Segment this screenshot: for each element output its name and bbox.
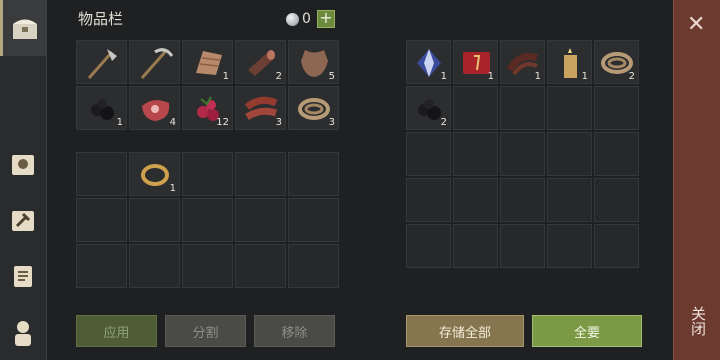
crafting-hammer-icon xyxy=(12,211,34,231)
inventory-slot[interactable]: 1 xyxy=(76,86,127,130)
store-all-button[interactable]: 存储全部 xyxy=(406,315,524,347)
equipment-slot[interactable] xyxy=(235,244,286,288)
daily-sun-icon xyxy=(12,155,34,175)
split-button[interactable]: 分割 xyxy=(165,315,246,347)
quest-scroll-icon xyxy=(14,266,32,287)
tab-quests[interactable] xyxy=(0,248,46,304)
storage-slot[interactable] xyxy=(453,132,498,176)
currency-value: 0 xyxy=(302,11,311,27)
equipment-slot[interactable] xyxy=(129,244,180,288)
inventory-slot[interactable]: 2 xyxy=(235,40,286,84)
inventory-chest-icon xyxy=(12,19,37,39)
storage-grid: 1 1 1 1 2 2 xyxy=(406,40,639,268)
sidebar xyxy=(0,0,47,360)
remove-button[interactable]: 移除 xyxy=(254,315,335,347)
rope-icon xyxy=(298,98,330,120)
storage-slot[interactable] xyxy=(594,224,639,268)
character-icon xyxy=(15,321,31,346)
storage-slot[interactable] xyxy=(500,224,545,268)
pickaxe-icon xyxy=(140,48,173,79)
storage-slot[interactable] xyxy=(594,86,639,130)
close-icon[interactable]: ✕ xyxy=(687,14,705,36)
inventory-slot[interactable] xyxy=(76,40,127,84)
storage-slot[interactable] xyxy=(500,86,545,130)
tab-inventory[interactable] xyxy=(0,0,46,56)
equipment-slot[interactable] xyxy=(182,152,233,196)
plant-fiber-icon xyxy=(196,51,222,75)
close-panel[interactable]: ✕ 关闭 xyxy=(673,0,720,360)
storage-slot[interactable] xyxy=(547,178,592,222)
equipment-slot[interactable] xyxy=(129,198,180,242)
equipment-grid: 1 xyxy=(76,152,339,288)
storage-slot[interactable]: 1 xyxy=(406,40,451,84)
add-currency-button[interactable]: + xyxy=(316,10,335,28)
storage-slot[interactable] xyxy=(547,86,592,130)
storage-slot[interactable] xyxy=(406,132,451,176)
storage-slot[interactable] xyxy=(453,224,498,268)
storage-slot[interactable] xyxy=(453,86,498,130)
inventory-slot[interactable] xyxy=(129,40,180,84)
equipment-slot[interactable] xyxy=(182,244,233,288)
storage-slot[interactable] xyxy=(594,132,639,176)
storage-slot[interactable] xyxy=(453,178,498,222)
equipment-slot[interactable] xyxy=(76,198,127,242)
coal-icon xyxy=(91,99,114,120)
hatchet-icon xyxy=(87,49,117,79)
raw-meat-icon xyxy=(142,100,170,121)
inventory-slot[interactable]: 1 xyxy=(182,40,233,84)
inventory-slot[interactable]: 4 xyxy=(129,86,180,130)
inventory-slot[interactable]: 5 xyxy=(288,40,339,84)
storage-slot[interactable] xyxy=(500,132,545,176)
storage-slot[interactable] xyxy=(406,178,451,222)
equipment-slot[interactable] xyxy=(235,152,286,196)
equipment-slot[interactable] xyxy=(76,244,127,288)
bacon-icon xyxy=(244,96,278,121)
gold-ring-icon xyxy=(141,164,169,186)
equipment-slot[interactable] xyxy=(76,152,127,196)
storage-slot[interactable]: 2 xyxy=(406,86,451,130)
take-all-button[interactable]: 全要 xyxy=(532,315,642,347)
storage-slot[interactable] xyxy=(500,178,545,222)
inventory-title: 物品栏 xyxy=(78,10,124,28)
leather-hide-icon xyxy=(301,50,328,77)
tab-character[interactable] xyxy=(0,304,46,360)
equipment-slot[interactable] xyxy=(235,198,286,242)
inventory-slot[interactable]: 12 xyxy=(182,86,233,130)
storage-slot[interactable]: 1 xyxy=(500,40,545,84)
storage-slot[interactable] xyxy=(547,132,592,176)
equipment-slot[interactable] xyxy=(182,198,233,242)
currency-display: 0 + xyxy=(286,10,335,28)
tab-crafting[interactable] xyxy=(0,192,46,248)
tab-daily[interactable] xyxy=(0,136,46,192)
inventory-slot[interactable]: 3 xyxy=(288,86,339,130)
apply-button[interactable]: 应用 xyxy=(76,315,157,347)
equipment-slot[interactable] xyxy=(288,244,339,288)
storage-slot[interactable] xyxy=(594,178,639,222)
inventory-grid: 1 2 5 1 4 12 3 3 xyxy=(76,40,339,130)
storage-slot[interactable] xyxy=(406,224,451,268)
storage-slot[interactable]: 1 xyxy=(547,40,592,84)
log-icon xyxy=(248,50,275,76)
storage-slot[interactable] xyxy=(547,224,592,268)
storage-slot[interactable]: 1 xyxy=(453,40,498,84)
inventory-slot[interactable]: 3 xyxy=(235,86,286,130)
gem-icon xyxy=(286,12,299,26)
equipment-slot[interactable]: 1 xyxy=(129,152,180,196)
equipment-slot[interactable] xyxy=(288,198,339,242)
storage-slot[interactable]: 2 xyxy=(594,40,639,84)
equipment-slot[interactable] xyxy=(288,152,339,196)
close-label: 关闭 xyxy=(689,306,707,336)
